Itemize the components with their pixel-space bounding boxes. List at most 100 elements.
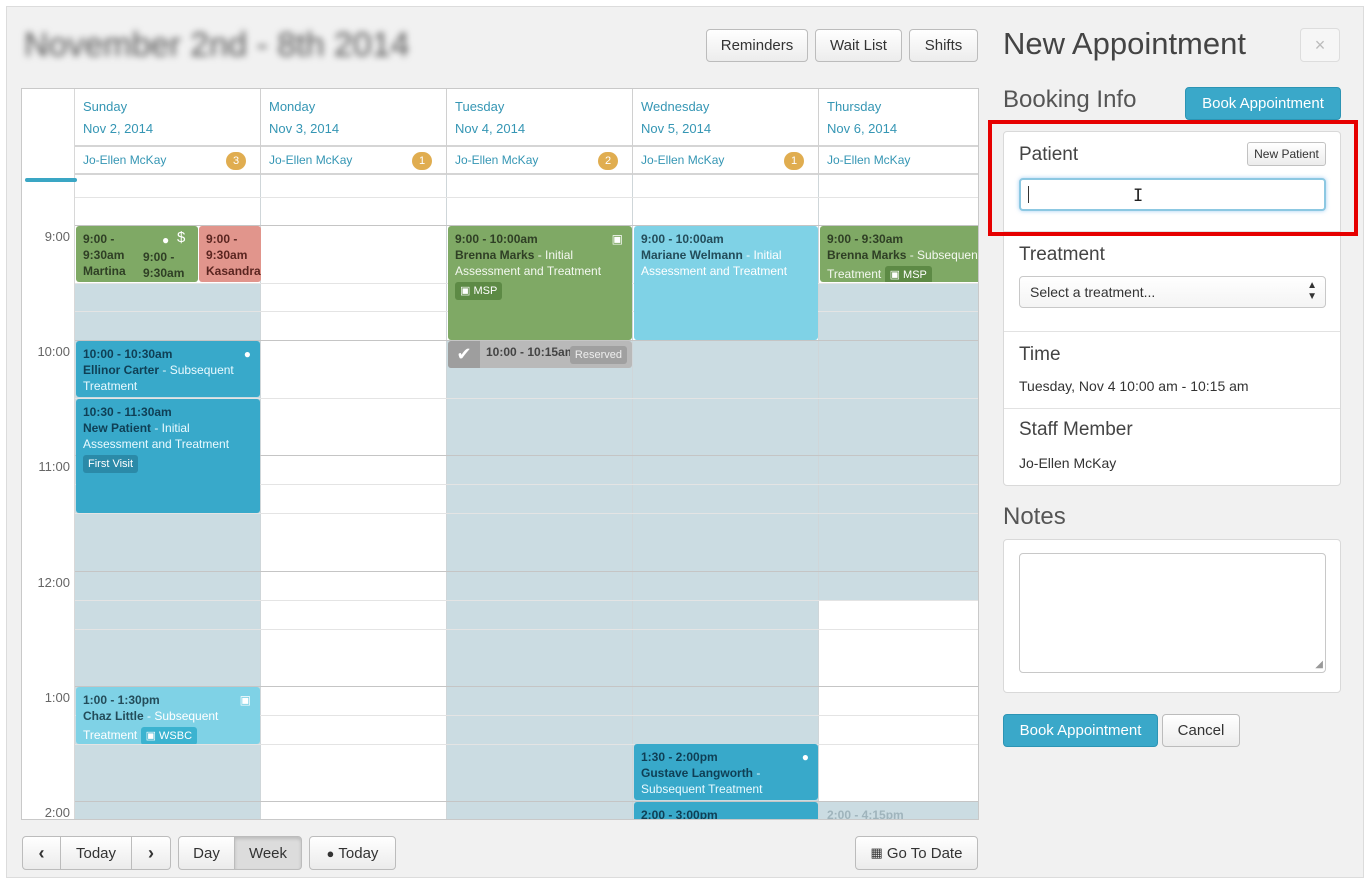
day-date: Nov 3, 2014 bbox=[269, 121, 340, 136]
briefcase-icon: ▣ bbox=[145, 730, 160, 742]
appointment-time: 9:00 - 9:30am bbox=[83, 232, 125, 262]
day-column-monday[interactable] bbox=[261, 175, 447, 819]
resize-handle-icon[interactable]: ◢ bbox=[1315, 659, 1323, 670]
appointment-count-badge: 3 bbox=[226, 152, 246, 170]
book-appointment-top-button[interactable]: Book Appointment bbox=[1185, 87, 1341, 120]
dollar-icon: $ bbox=[177, 229, 186, 246]
appointment-time: 9:00 - 10:00am bbox=[641, 232, 724, 246]
reserved-badge: Reserved bbox=[569, 346, 627, 364]
unavailable-block bbox=[819, 283, 978, 600]
appointment-wednesday-gustave[interactable]: 1:30 - 2:00pm Gustave Langworth - Subseq… bbox=[634, 744, 818, 800]
wait-list-button[interactable]: Wait List bbox=[815, 29, 902, 62]
staff-value: Jo-Ellen McKay bbox=[1019, 455, 1117, 471]
appointment-patient: Martina bbox=[83, 264, 126, 278]
staff-label: Staff Member bbox=[1019, 419, 1133, 440]
appointment-thursday-next[interactable]: 2:00 - 4:15pm bbox=[820, 802, 978, 819]
day-header-tuesday[interactable]: Tuesday Nov 4, 2014 Jo-Ellen McKay 2 bbox=[447, 89, 633, 175]
treatment-label: Treatment bbox=[1019, 244, 1105, 265]
day-header-wednesday[interactable]: Wednesday Nov 5, 2014 Jo-Ellen McKay 1 bbox=[633, 89, 819, 175]
staff-section: Staff Member Jo-Ellen McKay bbox=[1004, 409, 1340, 486]
appointment-sunday-chaz[interactable]: 1:00 - 1:30pm Chaz Little - Subsequent T… bbox=[76, 687, 260, 744]
appointment-thursday-brenna[interactable]: 9:00 - 9:30am Brenna Marks - Subsequent … bbox=[820, 226, 978, 282]
day-name: Wednesday bbox=[641, 99, 710, 114]
time-label: 1:00 bbox=[44, 690, 70, 705]
day-name: Monday bbox=[269, 99, 316, 114]
appointment-sunday-ellinor[interactable]: 10:00 - 10:30am Ellinor Carter - Subsequ… bbox=[76, 341, 260, 397]
appointment-time: 9:00 - 10:00am bbox=[455, 232, 538, 246]
appointment-sunday-kasandra[interactable]: 9:00 - 9:30am Kasandra bbox=[199, 226, 261, 282]
appointment-patient: Gustave Langworth bbox=[641, 766, 754, 780]
time-label: 2:00 bbox=[44, 805, 70, 820]
appointment-time: 1:30 - 2:00pm bbox=[641, 750, 718, 764]
day-date: Nov 2, 2014 bbox=[83, 121, 154, 136]
time-value: Tuesday, Nov 4 10:00 am - 10:15 am bbox=[1019, 378, 1249, 394]
close-button[interactable]: × bbox=[1300, 28, 1340, 62]
next-week-button[interactable]: › bbox=[131, 836, 171, 870]
briefcase-icon: ▣ bbox=[611, 232, 623, 246]
cancel-button[interactable]: Cancel bbox=[1162, 714, 1240, 747]
appointment-count-badge: 1 bbox=[412, 152, 432, 170]
week-calendar: 9:00 10:00 11:00 12:00 1:00 2:00 Sunday … bbox=[21, 88, 979, 820]
insurance-label: WSBC bbox=[159, 730, 193, 742]
wsbc-tag: ▣ WSBC bbox=[140, 727, 198, 744]
treatment-select[interactable]: Select a treatment... ▲ ▼ bbox=[1019, 276, 1326, 308]
day-view-button[interactable]: Day bbox=[178, 836, 235, 870]
my-today-button[interactable]: ● Today bbox=[309, 836, 396, 870]
week-view-button[interactable]: Week bbox=[234, 836, 302, 870]
briefcase-icon: ▣ bbox=[460, 285, 474, 297]
appointment-time: 9:00 - 9:30am bbox=[827, 232, 904, 246]
day-name: Tuesday bbox=[455, 99, 505, 114]
calendar-title: November 2nd - 8th 2014 bbox=[24, 26, 410, 64]
user-icon: ● bbox=[326, 845, 335, 861]
briefcase-icon: ▣ bbox=[889, 269, 904, 281]
appointment-sunday-martina[interactable]: 9:00 - 9:30am Martina ● $ 9:00 - 9:30am bbox=[76, 226, 198, 282]
grid-line bbox=[75, 513, 978, 514]
staff-name[interactable]: Jo-Ellen McKay bbox=[269, 153, 352, 167]
chevron-right-icon: › bbox=[148, 842, 154, 863]
calendar-icon: ▦ bbox=[870, 845, 883, 860]
my-today-label: Today bbox=[338, 844, 379, 862]
staff-name[interactable]: Jo-Ellen McKay bbox=[455, 153, 538, 167]
staff-name[interactable]: Jo-Ellen McKay bbox=[83, 153, 166, 167]
day-header-sunday[interactable]: Sunday Nov 2, 2014 Jo-Ellen McKay 3 bbox=[75, 89, 261, 175]
today-button[interactable]: Today bbox=[60, 836, 132, 870]
previous-week-button[interactable]: ‹ bbox=[22, 836, 61, 870]
notes-textarea[interactable]: ◢ bbox=[1019, 553, 1326, 673]
day-header-thursday[interactable]: Thursday Nov 6, 2014 Jo-Ellen McKay bbox=[819, 89, 978, 175]
shifts-button[interactable]: Shifts bbox=[909, 29, 978, 62]
staff-row: Jo-Ellen McKay 1 bbox=[633, 145, 818, 175]
time-column: 9:00 10:00 11:00 12:00 1:00 2:00 bbox=[22, 89, 77, 820]
time-label: 11:00 bbox=[38, 459, 70, 474]
appointment-patient: Mariane Welmann bbox=[641, 248, 743, 262]
treatment-select-value: Select a treatment... bbox=[1030, 284, 1156, 300]
staff-name[interactable]: Jo-Ellen McKay bbox=[641, 153, 724, 167]
day-date: Nov 4, 2014 bbox=[455, 121, 526, 136]
go-to-date-button[interactable]: ▦ Go To Date bbox=[855, 836, 978, 870]
appointment-wednesday-next[interactable]: 2:00 - 3:00pm bbox=[634, 802, 818, 819]
day-date: Nov 6, 2014 bbox=[827, 121, 898, 136]
briefcase-icon: ▣ bbox=[239, 693, 251, 707]
booking-info-heading: Booking Info bbox=[1003, 86, 1137, 113]
go-to-date-label: Go To Date bbox=[886, 844, 963, 862]
appointment-tuesday-brenna[interactable]: 9:00 - 10:00am Brenna Marks - Initial As… bbox=[448, 226, 632, 340]
appointment-count-badge: 1 bbox=[784, 152, 804, 170]
appointment-patient: Kasandra bbox=[206, 264, 261, 278]
staff-row: Jo-Ellen McKay bbox=[819, 145, 978, 175]
appointment-time: 9:00 - 9:30am bbox=[206, 232, 248, 262]
appointment-time: 1:00 - 1:30pm bbox=[83, 693, 160, 707]
book-appointment-button[interactable]: Book Appointment bbox=[1003, 714, 1158, 747]
reserved-slot-tuesday[interactable]: ✔ 10:00 - 10:15am Reserved bbox=[448, 341, 632, 368]
comment-icon: ● bbox=[801, 750, 809, 764]
grid-line bbox=[75, 197, 978, 198]
staff-name[interactable]: Jo-Ellen McKay bbox=[827, 153, 910, 167]
appointment-time: 10:00 - 10:30am bbox=[83, 347, 173, 361]
day-header-monday[interactable]: Monday Nov 3, 2014 Jo-Ellen McKay 1 bbox=[261, 89, 447, 175]
staff-row: Jo-Ellen McKay 1 bbox=[261, 145, 446, 175]
appointment-patient: Chaz Little bbox=[83, 709, 144, 723]
appointment-wednesday-mariane[interactable]: 9:00 - 10:00am Mariane Welmann - Initial… bbox=[634, 226, 818, 340]
appointment-patient: Brenna Marks bbox=[827, 248, 907, 262]
staff-row: Jo-Ellen McKay 3 bbox=[75, 145, 260, 175]
grid-line bbox=[75, 629, 978, 630]
appointment-sunday-new-patient[interactable]: 10:30 - 11:30am New Patient - Initial As… bbox=[76, 399, 260, 513]
reminders-button[interactable]: Reminders bbox=[706, 29, 808, 62]
